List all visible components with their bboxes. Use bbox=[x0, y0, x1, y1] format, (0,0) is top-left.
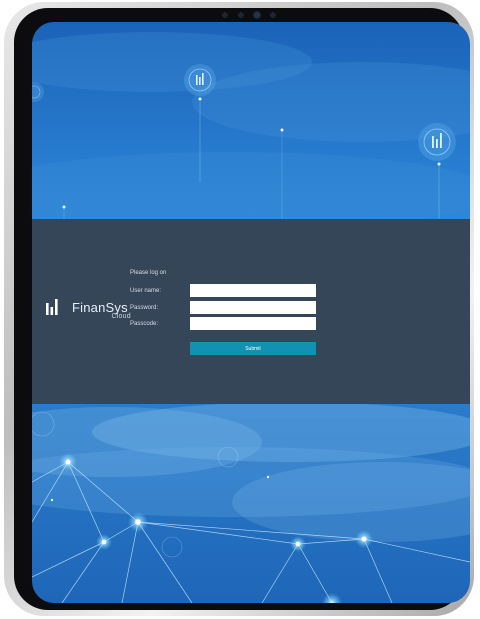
brand-name: FinanSys Cloud bbox=[72, 300, 131, 320]
login-prompt: Please log on bbox=[130, 270, 167, 276]
tablet-frame: FinanSys Cloud Please log on User name: … bbox=[4, 2, 474, 616]
bar-chart-logo-icon bbox=[46, 299, 58, 315]
brand-logo: FinanSys Cloud bbox=[46, 297, 131, 320]
bar-chart-node-icon bbox=[32, 82, 44, 102]
username-label: User name: bbox=[130, 288, 162, 294]
passcode-label: Passcode: bbox=[130, 321, 159, 327]
passcode-input[interactable] bbox=[190, 317, 316, 330]
brand-subtitle: Cloud bbox=[111, 313, 131, 320]
password-input[interactable] bbox=[190, 301, 316, 314]
sensor-dot bbox=[270, 12, 276, 18]
submit-button[interactable]: Submit bbox=[190, 342, 316, 355]
username-input[interactable] bbox=[190, 284, 316, 297]
camera-lens-icon bbox=[254, 12, 260, 18]
screen: FinanSys Cloud Please log on User name: … bbox=[32, 22, 470, 603]
front-camera-icon bbox=[214, 11, 284, 19]
sensor-dot bbox=[222, 12, 228, 18]
password-label: Password: bbox=[130, 305, 159, 311]
login-panel: FinanSys Cloud Please log on User name: … bbox=[32, 219, 470, 404]
sensor-dot bbox=[238, 12, 244, 18]
